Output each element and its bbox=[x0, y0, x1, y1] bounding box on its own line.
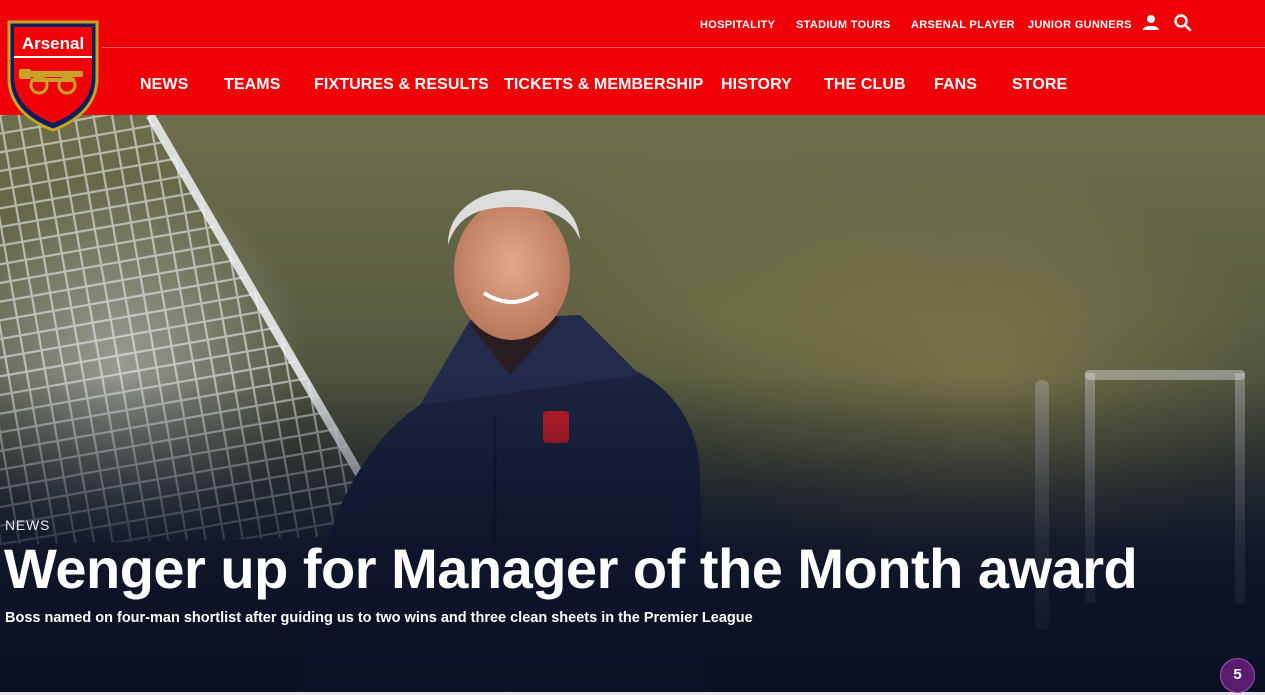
nav-teams[interactable]: TEAMS bbox=[224, 76, 281, 94]
article-category[interactable]: NEWS bbox=[5, 517, 50, 533]
link-arsenal-player[interactable]: ARSENAL PLAYER bbox=[911, 19, 1015, 31]
link-junior-gunners[interactable]: JUNIOR GUNNERS bbox=[1028, 19, 1132, 31]
hero-banner[interactable]: NEWS Wenger up for Manager of the Month … bbox=[0, 115, 1265, 692]
utility-nav: HOSPITALITY STADIUM TOURS ARSENAL PLAYER… bbox=[102, 0, 1265, 48]
nav-tickets-membership[interactable]: TICKETS & MEMBERSHIP bbox=[504, 76, 703, 94]
main-nav: NEWS TEAMS FIXTURES & RESULTS TICKETS & … bbox=[0, 48, 1265, 115]
svg-text:Arsenal: Arsenal bbox=[22, 34, 84, 53]
nav-news[interactable]: NEWS bbox=[140, 76, 188, 94]
article-standfirst: Boss named on four-man shortlist after g… bbox=[5, 610, 753, 626]
nav-the-club[interactable]: THE CLUB bbox=[824, 76, 906, 94]
link-hospitality[interactable]: HOSPITALITY bbox=[700, 19, 775, 31]
link-stadium-tours[interactable]: STADIUM TOURS bbox=[796, 19, 891, 31]
search-icon[interactable] bbox=[1173, 13, 1193, 33]
nav-fixtures-results[interactable]: FIXTURES & RESULTS bbox=[314, 76, 489, 94]
user-icon[interactable] bbox=[1141, 13, 1161, 33]
hero-gradient-overlay bbox=[0, 115, 1265, 692]
arsenal-crest-logo[interactable]: Arsenal bbox=[5, 18, 101, 132]
notification-badge[interactable]: 5 bbox=[1220, 658, 1255, 693]
nav-history[interactable]: HISTORY bbox=[721, 76, 792, 94]
site-header: HOSPITALITY STADIUM TOURS ARSENAL PLAYER… bbox=[0, 0, 1265, 115]
nav-store[interactable]: STORE bbox=[1012, 76, 1067, 94]
article-headline[interactable]: Wenger up for Manager of the Month award bbox=[4, 535, 1138, 602]
nav-fans[interactable]: FANS bbox=[934, 76, 977, 94]
